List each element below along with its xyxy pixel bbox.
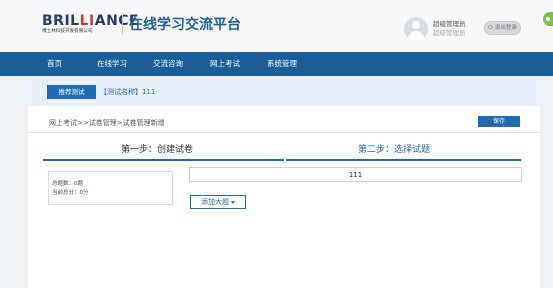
paper-title-input[interactable] xyxy=(189,167,522,182)
logo-wordmark: BRILLIANCE xyxy=(42,13,140,29)
caret-down-icon xyxy=(231,200,235,204)
paper-summary: 总题数：0题 当前总分：0分 xyxy=(48,171,173,205)
nav-item-home[interactable]: 首页 xyxy=(47,52,62,76)
nav-item-online-exam[interactable]: 网上考试 xyxy=(210,52,240,76)
nav-item-system-admin[interactable]: 系统管理 xyxy=(267,52,297,76)
total-questions: 总题数：0题 xyxy=(52,181,83,187)
app-header: BRILLIANCE 博士林科技开发有限公司 在线学习交流平台 超级管理员 超级… xyxy=(0,0,553,52)
step-create-paper[interactable]: 第一步：创建试卷 xyxy=(121,145,193,156)
logo-subtitle: 博士林科技开发有限公司 xyxy=(42,29,93,34)
breadcrumb: 网上考试>>试卷管理>试卷管理新增 xyxy=(49,119,165,127)
save-button[interactable]: 保存 xyxy=(478,116,520,127)
divider xyxy=(28,132,540,133)
user-avatar-icon[interactable] xyxy=(404,17,428,41)
step2-underline xyxy=(286,159,521,161)
power-icon: ⏻ xyxy=(488,24,493,31)
user-role: 超级管理员 xyxy=(433,20,466,28)
logout-button[interactable]: ⏻ 退出登录 xyxy=(484,21,521,35)
main-card: 推荐测试 【测试名称】111 网上考试>>试卷管理>试卷管理新增 保存 第一步：… xyxy=(28,76,540,288)
main-nav: 首页 在线学习 交流咨询 网上考试 系统管理 xyxy=(0,52,553,76)
company-logo: BRILLIANCE 博士林科技开发有限公司 xyxy=(42,14,139,35)
side-widget-icon[interactable] xyxy=(543,12,553,26)
add-section-button[interactable]: 添加大题 xyxy=(190,195,246,209)
nav-item-online-learning[interactable]: 在线学习 xyxy=(97,52,127,76)
current-score: 当前总分：0分 xyxy=(52,190,89,196)
exam-name: 【测试名称】111 xyxy=(100,88,156,96)
step-select-questions[interactable]: 第二步：选择试题 xyxy=(358,145,430,156)
logo-divider xyxy=(122,15,123,35)
recommend-test-button[interactable]: 推荐测试 xyxy=(47,85,96,99)
platform-title: 在线学习交流平台 xyxy=(129,17,241,33)
exam-info-strip: 推荐测试 【测试名称】111 xyxy=(28,76,540,106)
user-name: 超级管理员 xyxy=(433,29,466,37)
step1-underline xyxy=(43,159,284,161)
nav-item-consultation[interactable]: 交流咨询 xyxy=(153,52,183,76)
